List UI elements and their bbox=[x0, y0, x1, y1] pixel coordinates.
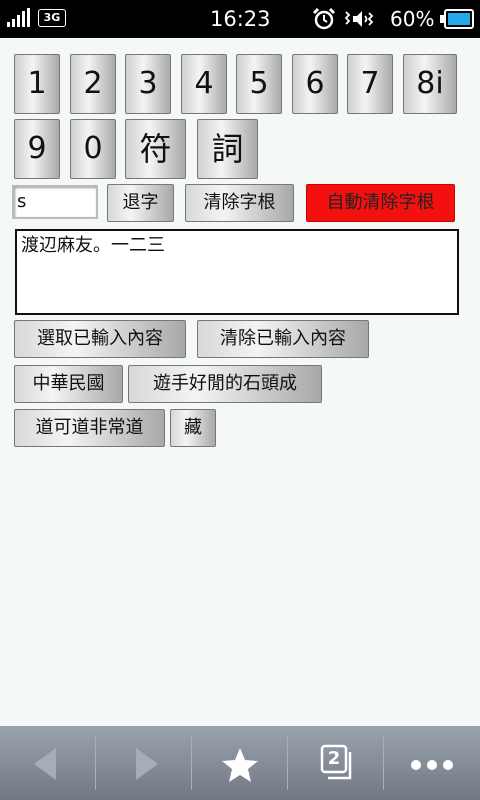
backspace-button[interactable]: 退字 bbox=[107, 184, 174, 222]
clear-radicals-button[interactable]: 清除字根 bbox=[185, 184, 294, 222]
key-6[interactable]: 6 bbox=[292, 54, 338, 114]
output-textarea[interactable]: 渡辺麻友。一二三 bbox=[15, 229, 459, 315]
back-button[interactable] bbox=[0, 726, 96, 800]
key-7[interactable]: 7 bbox=[347, 54, 393, 114]
phrase-button[interactable]: 中華民國 bbox=[14, 365, 123, 403]
signal-icon bbox=[7, 8, 30, 27]
tab-count: 2 bbox=[327, 748, 341, 769]
key-1[interactable]: 1 bbox=[14, 54, 60, 114]
bookmark-button[interactable] bbox=[192, 726, 288, 800]
auto-clear-radicals-button[interactable]: 自動清除字根 bbox=[306, 184, 455, 222]
phrase-button[interactable]: 道可道非常道 bbox=[14, 409, 165, 447]
alarm-icon bbox=[312, 7, 336, 30]
key-0[interactable]: 0 bbox=[70, 119, 116, 179]
vibrate-volume-icon bbox=[344, 11, 374, 27]
star-icon bbox=[222, 748, 258, 782]
phrase-button[interactable]: 遊手好閒的石頭成 bbox=[128, 365, 322, 403]
status-bar: 3G 16:23 60% bbox=[0, 0, 480, 38]
network-type-icon: 3G bbox=[38, 9, 66, 27]
more-menu-button[interactable] bbox=[384, 726, 480, 800]
tabs-button[interactable]: 2 bbox=[288, 726, 384, 800]
forward-button[interactable] bbox=[96, 726, 192, 800]
forward-arrow-icon bbox=[136, 748, 158, 780]
key-symbols[interactable]: 符 bbox=[125, 119, 186, 179]
key-5[interactable]: 5 bbox=[236, 54, 282, 114]
key-words[interactable]: 詞 bbox=[197, 119, 258, 179]
key-3[interactable]: 3 bbox=[125, 54, 171, 114]
radical-input[interactable]: s bbox=[12, 185, 98, 219]
battery-percent: 60% bbox=[390, 7, 435, 31]
key-2[interactable]: 2 bbox=[70, 54, 116, 114]
browser-toolbar: 2 bbox=[0, 726, 480, 800]
clear-input-button[interactable]: 清除已輸入內容 bbox=[197, 320, 369, 358]
clock: 16:23 bbox=[210, 7, 271, 31]
key-8i[interactable]: 8i bbox=[403, 54, 457, 114]
more-dots-icon bbox=[411, 760, 453, 770]
key-4[interactable]: 4 bbox=[181, 54, 227, 114]
phrase-button[interactable]: 藏 bbox=[170, 409, 216, 447]
battery-icon bbox=[440, 9, 474, 29]
select-input-button[interactable]: 選取已輸入內容 bbox=[14, 320, 186, 358]
back-arrow-icon bbox=[34, 748, 56, 780]
key-9[interactable]: 9 bbox=[14, 119, 60, 179]
